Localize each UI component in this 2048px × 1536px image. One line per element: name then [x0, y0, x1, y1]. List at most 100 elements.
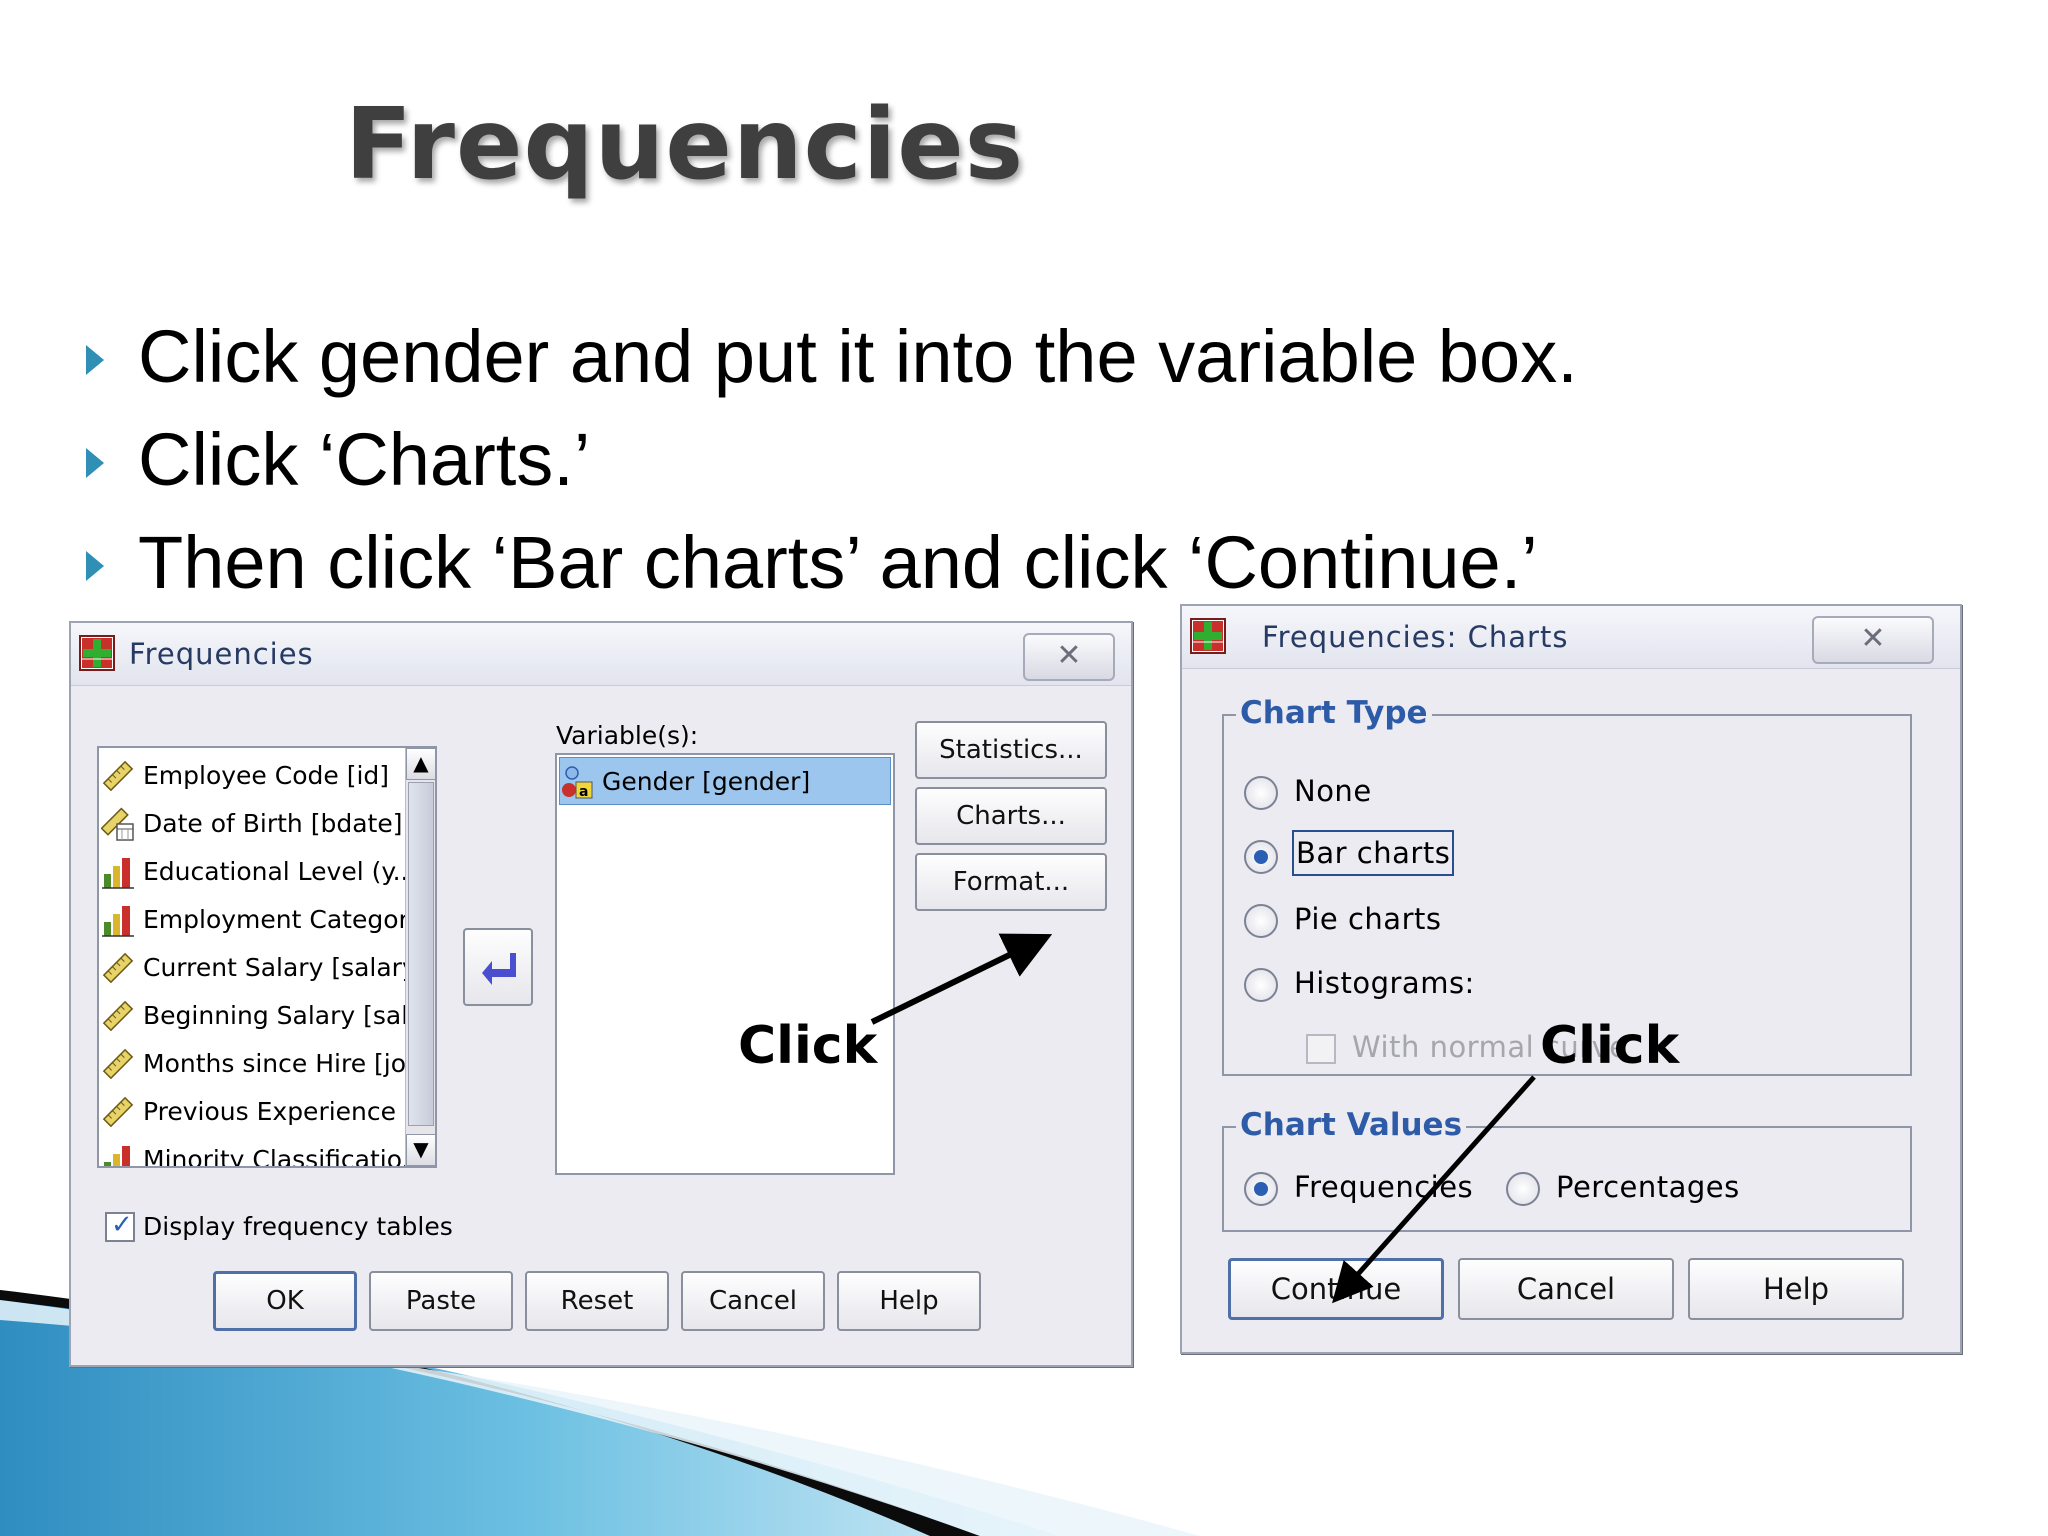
cancel-button-label: Cancel [708, 1286, 798, 1316]
frequencies-close-button[interactable]: ✕ [1023, 633, 1115, 681]
variable-label: Previous Experience ... [143, 1097, 428, 1126]
charts-titlebar[interactable]: Frequencies: Charts ✕ [1182, 606, 1960, 669]
bullet-text: Click gender and put it into the variabl… [138, 315, 1578, 398]
nominal-string-icon: a [562, 766, 593, 800]
charts-button-label: Charts... [956, 801, 1066, 831]
variable-item-minority-classification[interactable]: Minority Classificatio... [101, 1136, 425, 1166]
chart-type-title: Chart Type [1236, 695, 1432, 731]
cancel-button[interactable]: Cancel [681, 1271, 825, 1331]
charts-help-button-label: Help [1762, 1272, 1830, 1306]
paste-button-label: Paste [405, 1286, 477, 1316]
frequencies-titlebar[interactable]: Frequencies ✕ [71, 623, 1131, 686]
source-list-scrollbar[interactable]: ▲ ▼ [405, 748, 435, 1166]
variables-label: Variable(s): [556, 721, 699, 750]
ok-button-label: OK [266, 1286, 304, 1316]
ruler-icon [102, 1048, 134, 1080]
display-frequency-tables-label: Display frequency tables [143, 1212, 453, 1241]
checkmark-icon: ✓ [111, 1210, 133, 1240]
radio-none[interactable] [1244, 776, 1278, 810]
help-button-label: Help [879, 1286, 939, 1316]
close-icon: ✕ [1056, 638, 1082, 673]
bullet-item: Click gender and put it into the variabl… [80, 305, 1578, 408]
radio-frequencies-label[interactable]: Frequencies [1294, 1170, 1473, 1204]
variable-label: Current Salary [salary] [143, 953, 427, 982]
calendar-ruler-icon [101, 807, 134, 841]
variable-item-date-of-birth[interactable]: Date of Birth [bdate] [101, 800, 403, 848]
display-frequency-tables-checkbox[interactable]: ✓ [105, 1210, 135, 1242]
continue-button[interactable]: Continue [1228, 1258, 1444, 1320]
bar-chart-icon [102, 858, 134, 889]
radio-histograms[interactable] [1244, 968, 1278, 1002]
paste-button[interactable]: Paste [369, 1271, 513, 1331]
ruler-icon [102, 1000, 134, 1032]
bullet-item: Then click ‘Bar charts’ and click ‘Conti… [80, 511, 1578, 614]
frequencies-title: Frequencies [129, 637, 314, 671]
triangle-up-icon: ▲ [413, 751, 429, 775]
slide-title: Frequencies [345, 88, 1025, 202]
variable-label: Beginning Salary [sal... [143, 1001, 433, 1030]
variable-item-previous-experience[interactable]: Previous Experience ... [101, 1088, 428, 1136]
variable-item-employment-category[interactable]: Employment Categor... [101, 896, 430, 944]
charts-help-button[interactable]: Help [1688, 1258, 1904, 1320]
scroll-thumb[interactable] [408, 782, 434, 1126]
reset-button-label: Reset [560, 1286, 634, 1316]
radio-histograms-label[interactable]: Histograms: [1294, 966, 1475, 1000]
click-annotation-right: Click [1540, 1016, 1680, 1076]
selected-variable-list[interactable]: a Gender [gender] [555, 753, 895, 1175]
source-variable-list[interactable]: Employee Code [id] Date of Birth [bdate]… [97, 746, 437, 1168]
variable-item-current-salary[interactable]: Current Salary [salary] [101, 944, 427, 992]
bar-chart-icon [104, 1146, 130, 1166]
statistics-button-label: Statistics... [939, 735, 1083, 765]
ok-button[interactable]: OK [213, 1271, 357, 1331]
variable-item-educational-level[interactable]: Educational Level (y... [101, 848, 416, 896]
spss-app-icon [79, 635, 115, 671]
close-icon: ✕ [1860, 621, 1886, 656]
radio-percentages[interactable] [1506, 1172, 1540, 1206]
chart-values-group: Chart Values Frequencies Percentages [1222, 1107, 1912, 1232]
bar-chart-icon [102, 906, 134, 937]
svg-text:a: a [579, 784, 588, 800]
bullet-triangle-icon [86, 448, 104, 478]
bullet-triangle-icon [86, 345, 104, 375]
click-annotation-left: Click [738, 1016, 878, 1076]
radio-pie-charts-label[interactable]: Pie charts [1294, 902, 1441, 936]
charts-close-button[interactable]: ✕ [1812, 616, 1934, 664]
ruler-icon [102, 952, 134, 984]
chart-values-title: Chart Values [1236, 1107, 1467, 1143]
variable-item-months-since-hire[interactable]: Months since Hire [jo... [101, 1040, 429, 1088]
radio-pie-charts[interactable] [1244, 904, 1278, 938]
scroll-down-button[interactable]: ▼ [406, 1134, 435, 1166]
statistics-button[interactable]: Statistics... [915, 721, 1107, 779]
radio-bar-charts-label[interactable]: Bar charts [1292, 830, 1455, 876]
bullet-text: Then click ‘Bar charts’ and click ‘Conti… [138, 521, 1538, 604]
spss-app-icon [1190, 618, 1226, 654]
bullet-item: Click ‘Charts.’ [80, 408, 1578, 511]
reset-button[interactable]: Reset [525, 1271, 669, 1331]
format-button[interactable]: Format... [915, 853, 1107, 911]
move-variable-button[interactable] [463, 928, 533, 1006]
variable-label: Employment Categor... [143, 905, 431, 934]
charts-cancel-button[interactable]: Cancel [1458, 1258, 1674, 1320]
radio-percentages-label[interactable]: Percentages [1556, 1170, 1740, 1204]
charts-title: Frequencies: Charts [1262, 620, 1569, 654]
with-normal-curve-checkbox[interactable] [1306, 1034, 1336, 1064]
bullet-text: Click ‘Charts.’ [138, 418, 591, 501]
continue-button-label: Continue [1270, 1272, 1402, 1306]
variable-label: Date of Birth [bdate] [143, 809, 403, 838]
variable-label: Employee Code [id] [143, 761, 390, 790]
bullet-list: Click gender and put it into the variabl… [80, 305, 1578, 614]
variable-label: Months since Hire [jo... [143, 1049, 430, 1078]
variable-item-gender[interactable]: a Gender [gender] [559, 757, 891, 805]
move-arrow-icon [482, 953, 516, 985]
radio-frequencies[interactable] [1244, 1172, 1278, 1206]
scroll-up-button[interactable]: ▲ [406, 748, 435, 780]
radio-none-label[interactable]: None [1294, 774, 1372, 808]
variable-item-beginning-salary[interactable]: Beginning Salary [sal... [101, 992, 432, 1040]
frequencies-dialog: Frequencies ✕ Employee Code [id] Date of… [69, 621, 1133, 1367]
help-button[interactable]: Help [837, 1271, 981, 1331]
charts-button[interactable]: Charts... [915, 787, 1107, 845]
radio-bar-charts[interactable] [1244, 840, 1278, 874]
format-button-label: Format... [952, 867, 1070, 897]
variable-item-employee-code[interactable]: Employee Code [id] [101, 752, 401, 800]
charts-cancel-button-label: Cancel [1516, 1272, 1616, 1306]
